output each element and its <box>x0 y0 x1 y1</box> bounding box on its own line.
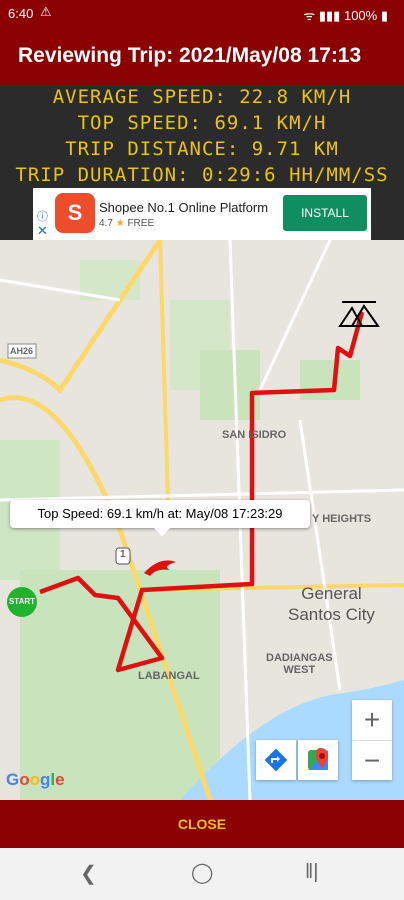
google-maps-icon <box>308 748 328 770</box>
map-label-highway: 1 <box>120 549 126 560</box>
street <box>298 419 342 691</box>
open-maps-button[interactable] <box>298 740 338 780</box>
route-map[interactable]: AH26 1 SAN ISIDRO Y HEIGHTS LABANGAL DAD… <box>0 240 404 800</box>
ad-price: FREE <box>127 218 155 229</box>
map-label-heights: Y HEIGHTS <box>312 513 372 525</box>
map-label-labangal: LABANGAL <box>138 670 200 682</box>
average-speed: AVERAGE SPEED: 22.8 KM/H <box>52 86 352 108</box>
system-nav-bar: ❮ ◯ ‖| <box>0 848 404 900</box>
street <box>0 488 404 502</box>
zoom-in-button[interactable]: + <box>352 700 392 741</box>
top-speed: TOP SPEED: 69.1 KM/H <box>77 112 327 134</box>
warning-icon: ⚠ <box>40 4 52 19</box>
map-label-city: General Santos City <box>288 584 375 624</box>
back-icon[interactable]: ❮ <box>80 861 97 886</box>
ad-info-icon[interactable]: ⓘ <box>37 208 48 224</box>
trip-duration: TRIP DURATION: 0:29:6 HH/MM/SS <box>15 164 389 186</box>
map-label-san-isidro: SAN ISIDRO <box>222 429 287 441</box>
directions-button[interactable] <box>256 740 296 780</box>
page-title: Reviewing Trip: 2021/May/08 17:13 <box>18 44 362 67</box>
status-right: ᯤ ▮▮▮ 100% ▮ <box>303 6 388 24</box>
ad-title: Shopee No.1 Online Platform <box>99 200 269 215</box>
footer-bar: CLOSE <box>0 800 404 848</box>
park-area <box>300 360 360 400</box>
top-speed-tooltip: Top Speed: 69.1 km/h at: May/08 17:23:29 <box>10 500 310 536</box>
app-header: Reviewing Trip: 2021/May/08 17:13 <box>0 28 404 86</box>
battery-percent: 100% <box>343 8 378 23</box>
ad-close-icon[interactable]: ✕ <box>37 223 48 239</box>
status-bar: 6:40 ⚠ ᯤ ▮▮▮ 100% ▮ <box>0 0 404 28</box>
status-time: 6:40 <box>8 6 34 21</box>
star-icon: ★ <box>115 218 125 229</box>
google-logo: Google <box>6 770 65 789</box>
ad-banner[interactable]: ⓘ ✕ S Shopee No.1 Online Platform 4.7 ★ … <box>33 188 371 240</box>
directions-icon <box>264 748 288 772</box>
zoom-out-button[interactable]: − <box>352 741 392 781</box>
trip-distance: TRIP DISTANCE: 9.71 KM <box>65 138 339 160</box>
main-road <box>158 240 170 501</box>
recent-apps-icon[interactable]: ‖| <box>305 861 318 884</box>
ad-rating-value: 4.7 <box>99 218 113 229</box>
install-button[interactable]: INSTALL <box>283 195 367 231</box>
start-marker[interactable]: START <box>7 587 37 617</box>
ad-rating: 4.7 ★ FREE <box>99 218 154 229</box>
battery-icon: ▮ <box>380 8 388 23</box>
map-label-ah26: AH26 <box>10 346 34 356</box>
zoom-controls: + − <box>352 700 392 780</box>
map-label-dadiangas: DADIANGAS WEST <box>266 652 333 676</box>
signal-icon: ▮▮▮ <box>318 8 341 23</box>
close-button[interactable]: CLOSE <box>0 800 404 848</box>
shopee-bag-icon: S <box>55 193 95 233</box>
wifi-icon: ᯤ <box>303 8 316 23</box>
home-icon[interactable]: ◯ <box>191 860 213 885</box>
